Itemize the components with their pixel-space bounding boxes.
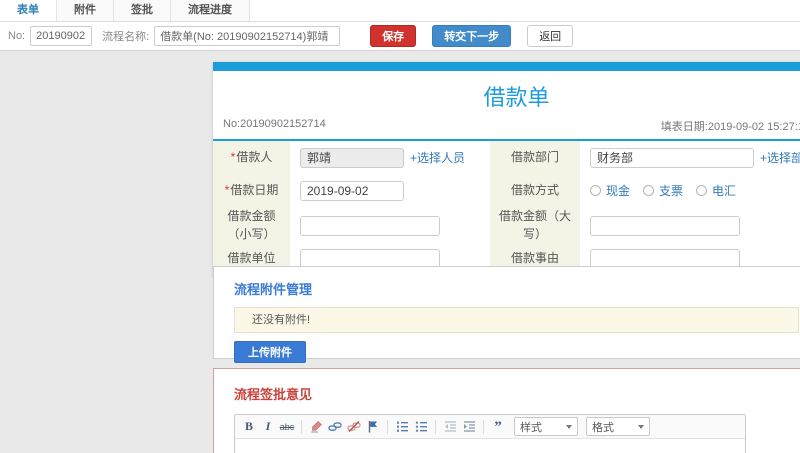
styles-dropdown-label: 样式 xyxy=(520,421,542,434)
action-toolbar: No: 流程名称: 保存 转交下一步 返回 xyxy=(0,22,800,51)
link-button[interactable] xyxy=(327,418,343,435)
loan-method-label: 借款方式 xyxy=(490,174,580,207)
approval-section: 流程签批意见 B I abc ” 样式 格式 xyxy=(213,368,800,453)
loan-method-field: 现金 支票 电汇 xyxy=(580,174,800,207)
no-input[interactable] xyxy=(30,26,93,46)
strikethrough-button[interactable]: abc xyxy=(279,418,295,435)
format-dropdown[interactable]: 格式 xyxy=(586,417,650,436)
indent-icon xyxy=(463,421,475,432)
loan-form-panel: 借款单 No:20190902152714 填表日期:2019-09-02 15… xyxy=(213,62,800,277)
tab-approval[interactable]: 签批 xyxy=(114,0,171,21)
select-person-link[interactable]: +选择人员 xyxy=(410,149,465,166)
amount-small-label: 借款金额（小写） xyxy=(213,207,290,244)
radio-cash-label[interactable]: 现金 xyxy=(606,182,630,199)
radio-check[interactable] xyxy=(643,185,655,196)
styles-dropdown[interactable]: 样式 xyxy=(514,417,578,436)
remove-format-button[interactable] xyxy=(308,418,324,435)
editor-content-area[interactable] xyxy=(235,439,745,453)
amount-small-input[interactable] xyxy=(300,215,440,236)
next-step-button[interactable]: 转交下一步 xyxy=(432,25,512,47)
flow-name-input[interactable] xyxy=(154,26,341,46)
link-icon xyxy=(328,422,342,431)
radio-cash[interactable] xyxy=(590,185,601,196)
blockquote-button[interactable]: ” xyxy=(490,418,506,435)
app-window: 表单 附件 签批 流程进度 No: 流程名称: 保存 转交下一步 返回 借款单 … xyxy=(0,0,800,453)
rich-text-editor: B I abc ” 样式 格式 xyxy=(234,414,746,453)
unlink-icon xyxy=(347,421,361,432)
radio-check-label[interactable]: 支票 xyxy=(659,182,683,199)
doc-number: No:20190902152714 xyxy=(223,118,326,130)
numbered-list-icon xyxy=(396,421,408,432)
outdent-icon xyxy=(444,421,456,432)
unlink-button[interactable] xyxy=(346,418,362,435)
loan-date-label: *借款日期 xyxy=(213,174,290,207)
chevron-down-icon xyxy=(566,424,572,429)
toolbar-separator xyxy=(435,419,436,434)
doc-meta-row: No:20190902152714 填表日期:2019-09-02 15:27:… xyxy=(213,115,800,139)
loan-form-grid: *借款人 +选择人员 借款部门 +选择部门 *借款日期 借款方式 现金 xyxy=(213,141,800,274)
tab-attachments[interactable]: 附件 xyxy=(57,0,114,21)
radio-wire[interactable] xyxy=(696,185,708,196)
department-label: 借款部门 xyxy=(490,141,580,174)
amount-small-field xyxy=(290,207,490,244)
attachments-section: 流程附件管理 还没有附件! 上传附件 xyxy=(213,266,800,363)
borrower-field: +选择人员 xyxy=(290,141,490,174)
tab-form[interactable]: 表单 xyxy=(0,0,57,21)
department-field: +选择部门 xyxy=(580,141,800,174)
flag-icon xyxy=(368,421,378,433)
no-attachments-alert: 还没有附件! xyxy=(234,307,799,333)
tab-process-progress[interactable]: 流程进度 xyxy=(171,0,250,21)
approval-heading: 流程签批意见 xyxy=(234,387,313,402)
bulleted-list-icon xyxy=(415,421,427,432)
save-button[interactable]: 保存 xyxy=(370,25,417,47)
flow-name-label: 流程名称: xyxy=(102,31,150,43)
upload-attachment-button[interactable]: 上传附件 xyxy=(234,341,306,363)
toolbar-separator xyxy=(387,419,388,434)
amount-big-input[interactable] xyxy=(590,215,740,236)
numbered-list-button[interactable] xyxy=(394,418,410,435)
borrower-input[interactable] xyxy=(300,147,404,168)
radio-wire-label[interactable]: 电汇 xyxy=(712,182,736,199)
bulleted-list-button[interactable] xyxy=(413,418,429,435)
doc-fill-date: 填表日期:2019-09-02 15:27:14 xyxy=(660,121,800,133)
page-title: 借款单 xyxy=(483,85,550,110)
tab-bar: 表单 附件 签批 流程进度 xyxy=(0,0,800,22)
editor-toolbar: B I abc ” 样式 格式 xyxy=(235,415,745,439)
remove-format-icon xyxy=(311,421,322,433)
loan-date-input[interactable] xyxy=(300,180,404,201)
indent-button[interactable] xyxy=(461,418,477,435)
required-mark: * xyxy=(230,149,236,164)
borrower-label: *借款人 xyxy=(213,141,290,174)
outdent-button[interactable] xyxy=(442,418,458,435)
format-dropdown-label: 格式 xyxy=(592,421,614,434)
amount-big-field xyxy=(580,207,800,244)
toolbar-separator xyxy=(483,419,484,434)
loan-date-field xyxy=(290,174,490,207)
department-input[interactable] xyxy=(590,147,754,168)
no-label: No: xyxy=(8,30,26,42)
chevron-down-icon xyxy=(638,424,644,429)
back-button[interactable]: 返回 xyxy=(527,25,574,47)
italic-button[interactable]: I xyxy=(260,418,276,435)
bold-button[interactable]: B xyxy=(241,418,257,435)
attachments-heading: 流程附件管理 xyxy=(234,282,313,297)
amount-big-label: 借款金额（大写） xyxy=(490,207,580,244)
anchor-button[interactable] xyxy=(365,418,381,435)
required-mark: * xyxy=(224,182,230,197)
toolbar-separator xyxy=(301,419,302,434)
panel-top-accent-bar xyxy=(213,62,800,71)
select-department-link[interactable]: +选择部门 xyxy=(760,149,800,166)
